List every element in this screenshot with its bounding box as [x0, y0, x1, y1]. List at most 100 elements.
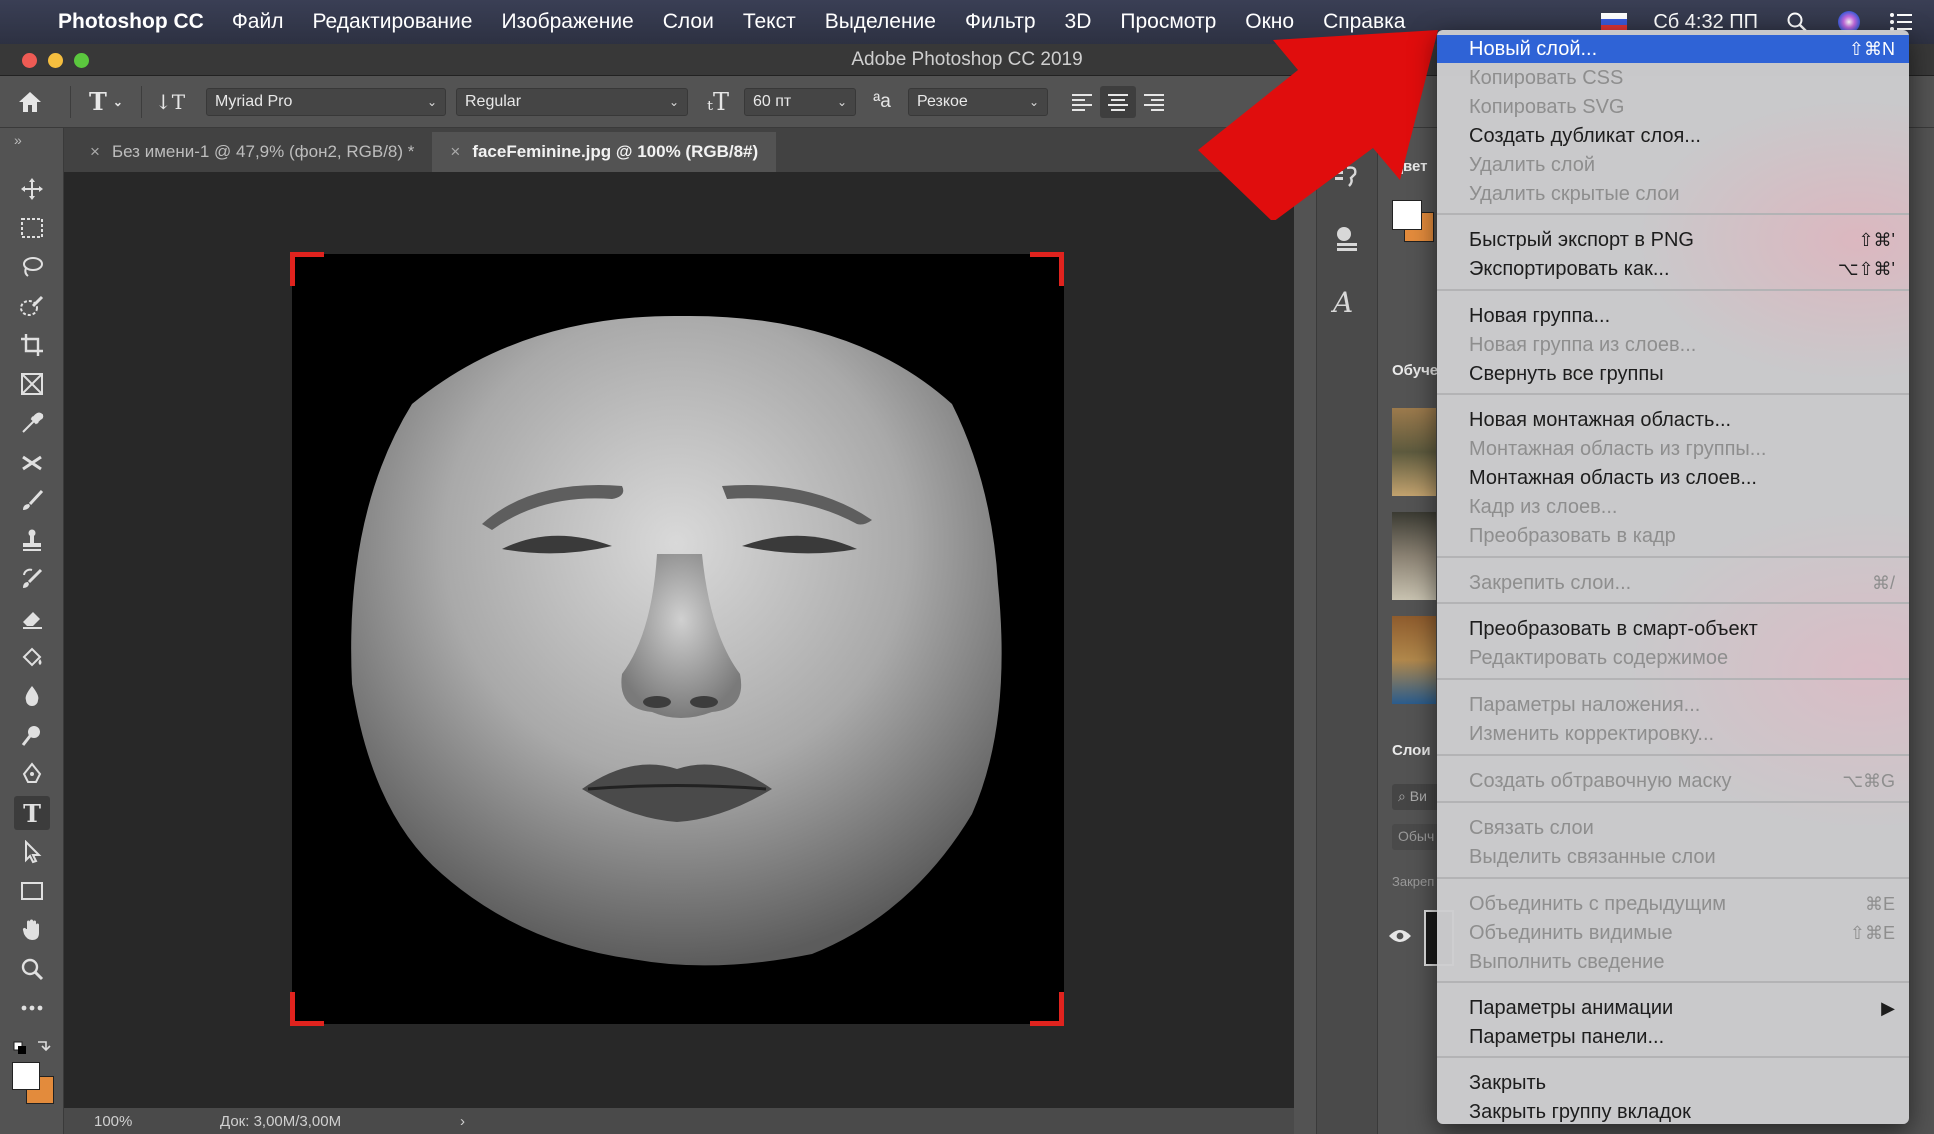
menu-item[interactable]: Быстрый экспорт в PNG ⇧⌘'	[1437, 226, 1909, 254]
menu-item[interactable]: Монтажная область из слоев...	[1437, 464, 1909, 492]
layers-panel-title[interactable]: Слои	[1392, 742, 1431, 759]
learn-thumbnail[interactable]	[1392, 616, 1436, 704]
hand-tool-icon[interactable]	[14, 913, 50, 947]
path-selection-tool-icon[interactable]	[14, 835, 50, 869]
menu-item[interactable]: Параметры панели...	[1437, 1023, 1909, 1051]
visibility-eye-icon[interactable]	[1388, 928, 1416, 952]
close-tab-icon[interactable]: ×	[450, 142, 460, 162]
menu-item[interactable]: Экспортировать как... ⌥⇧⌘'	[1437, 255, 1909, 283]
submenu-arrow-icon: ▶	[1881, 997, 1895, 1018]
learn-thumbnail[interactable]	[1392, 512, 1436, 600]
antialias-select[interactable]: Резкое ⌄	[908, 87, 1048, 116]
menu-filter[interactable]: Фильтр	[965, 10, 1036, 34]
document-image[interactable]	[292, 254, 1064, 1024]
menu-image[interactable]: Изображение	[501, 10, 633, 34]
menu-item: Создать обтравочную маску ⌥⌘G	[1437, 767, 1909, 795]
menu-item: Выполнить сведение	[1437, 948, 1909, 976]
menu-item-label: Связать слои	[1469, 816, 1594, 839]
menu-item: Редактировать содержимое	[1437, 644, 1909, 672]
align-right-icon[interactable]	[1136, 92, 1172, 112]
frame-tool-icon[interactable]	[14, 367, 50, 401]
history-brush-tool-icon[interactable]	[14, 562, 50, 596]
font-size-value: 60 пт	[753, 92, 792, 110]
expand-toolbar-icon[interactable]: »	[14, 132, 22, 148]
zoom-level[interactable]: 100%	[94, 1113, 190, 1130]
clone-stamp-tool-icon[interactable]	[14, 523, 50, 557]
learn-panel-title[interactable]: Обуче	[1392, 362, 1438, 379]
menu-app-name[interactable]: Photoshop CC	[58, 10, 204, 34]
font-family-select[interactable]: Myriad Pro ⌄	[206, 87, 446, 116]
menu-item-label: Параметры панели...	[1469, 1025, 1665, 1048]
dodge-tool-icon[interactable]	[14, 718, 50, 752]
font-style-select[interactable]: Regular ⌄	[456, 87, 688, 116]
eraser-tool-icon[interactable]	[14, 601, 50, 635]
menu-item-label: Новый слой...	[1469, 37, 1598, 60]
align-center-icon[interactable]	[1100, 85, 1136, 118]
menu-separator	[1437, 556, 1909, 558]
character-panel-icon[interactable]: A	[1333, 286, 1353, 319]
lock-label: Закреп	[1392, 874, 1435, 889]
menu-item[interactable]: Преобразовать в смарт-объект	[1437, 615, 1909, 643]
libraries-panel-icon[interactable]	[1333, 224, 1361, 257]
type-tool-preset-icon[interactable]: T ⌄	[81, 87, 131, 116]
crop-handle-top-left[interactable]	[290, 252, 324, 286]
menu-type[interactable]: Текст	[743, 10, 796, 34]
panel-foreground-swatch[interactable]	[1392, 200, 1422, 230]
menu-item[interactable]: Новая группа...	[1437, 302, 1909, 330]
more-tools-icon[interactable]	[14, 991, 50, 1025]
foreground-color-swatch[interactable]	[12, 1062, 40, 1090]
healing-brush-tool-icon[interactable]	[14, 445, 50, 479]
menu-item-label: Редактировать содержимое	[1469, 646, 1729, 669]
input-source-flag-icon[interactable]	[1601, 13, 1628, 31]
menu-item[interactable]: Параметры анимации ▶	[1437, 994, 1909, 1022]
chevron-right-icon[interactable]: ›	[460, 1113, 465, 1130]
lasso-tool-icon[interactable]	[14, 250, 50, 284]
crop-handle-bottom-left[interactable]	[290, 992, 324, 1026]
menu-separator	[1437, 754, 1909, 756]
menu-item[interactable]: Свернуть все группы	[1437, 360, 1909, 388]
close-tab-icon[interactable]: ×	[90, 142, 100, 162]
face-image	[351, 315, 1002, 966]
menu-file[interactable]: Файл	[232, 10, 284, 34]
menu-item[interactable]: Создать дубликат слоя...	[1437, 122, 1909, 150]
toggle-text-orientation-icon[interactable]: ↓T	[152, 90, 188, 114]
menu-item-shortcut: ⇧⌘'	[1858, 229, 1895, 250]
rectangle-tool-icon[interactable]	[14, 874, 50, 908]
menu-item-label: Копировать CSS	[1469, 66, 1624, 89]
antialias-icon: ªa	[873, 90, 891, 112]
chevron-down-icon: ⌄	[668, 94, 679, 109]
canvas-area[interactable]	[64, 172, 1294, 1108]
menu-item[interactable]: Новая монтажная область...	[1437, 406, 1909, 434]
brush-tool-icon[interactable]	[14, 484, 50, 518]
home-icon[interactable]	[0, 90, 60, 114]
tools-panel: » T	[0, 128, 64, 1134]
chevron-down-icon: ⌄	[836, 94, 847, 109]
crop-tool-icon[interactable]	[14, 328, 50, 362]
font-size-select[interactable]: 60 пт ⌄	[744, 87, 856, 116]
menu-item: Копировать SVG	[1437, 93, 1909, 121]
tab-face-feminine[interactable]: × faceFeminine.jpg @ 100% (RGB/8#)	[432, 132, 777, 172]
blur-tool-icon[interactable]	[14, 679, 50, 713]
swap-colors-icon[interactable]	[12, 1038, 52, 1054]
menu-item[interactable]: Новый слой... ⇧⌘N	[1437, 35, 1909, 63]
align-left-icon[interactable]	[1064, 92, 1100, 112]
quick-selection-tool-icon[interactable]	[14, 289, 50, 323]
tab-untitled-1[interactable]: × Без имени-1 @ 47,9% (фон2, RGB/8) *	[72, 132, 433, 172]
menu-item[interactable]: Закрыть группу вкладок	[1437, 1098, 1909, 1124]
divider	[141, 85, 142, 118]
crop-handle-top-right[interactable]	[1030, 252, 1064, 286]
menu-3d[interactable]: 3D	[1065, 10, 1092, 34]
eyedropper-tool-icon[interactable]	[14, 406, 50, 440]
menu-edit[interactable]: Редактирование	[312, 10, 472, 34]
type-tool-icon[interactable]: T	[14, 796, 50, 830]
move-tool-icon[interactable]	[14, 172, 50, 206]
learn-thumbnail[interactable]	[1392, 408, 1436, 496]
zoom-tool-icon[interactable]	[14, 952, 50, 986]
crop-handle-bottom-right[interactable]	[1030, 992, 1064, 1026]
menu-layer[interactable]: Слои	[663, 10, 714, 34]
menu-item[interactable]: Закрыть	[1437, 1069, 1909, 1097]
menu-select[interactable]: Выделение	[825, 10, 936, 34]
marquee-tool-icon[interactable]	[14, 211, 50, 245]
pen-tool-icon[interactable]	[14, 757, 50, 791]
paint-bucket-tool-icon[interactable]	[14, 640, 50, 674]
